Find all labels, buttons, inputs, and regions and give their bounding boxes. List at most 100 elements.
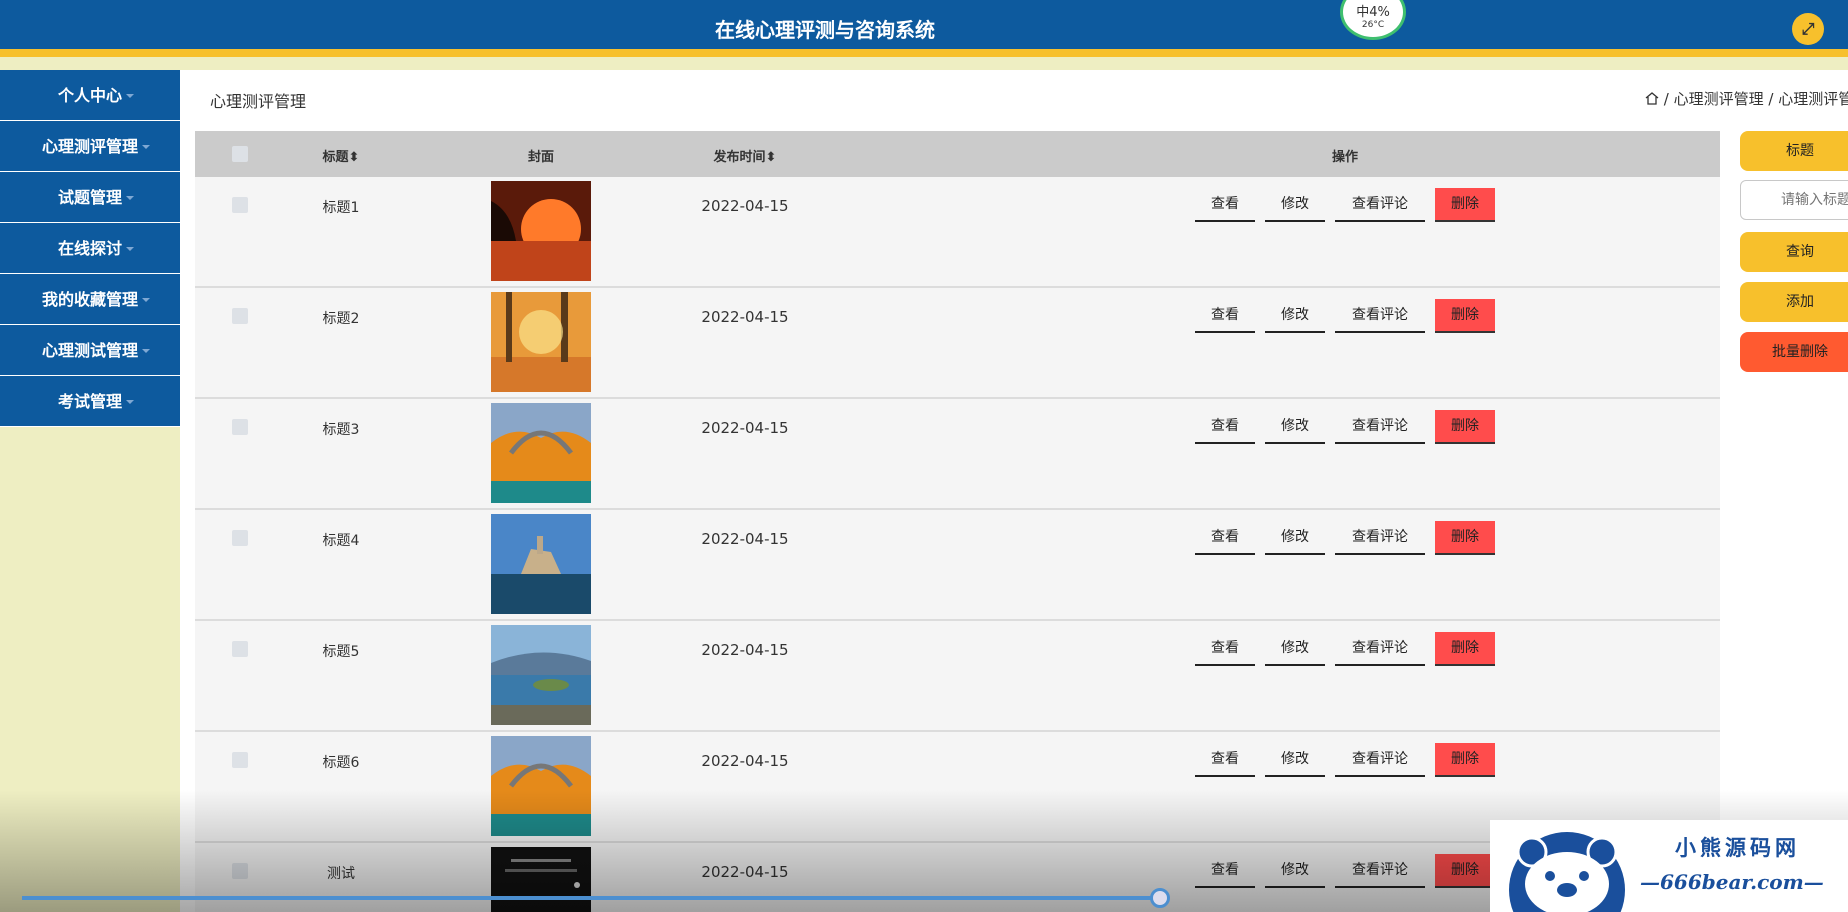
query-button[interactable]: 查询 — [1740, 232, 1848, 272]
view-button[interactable]: 查看 — [1195, 743, 1255, 777]
row-checkbox[interactable] — [232, 197, 248, 213]
delete-button[interactable]: 删除 — [1435, 743, 1495, 777]
row-title: 标题4 — [322, 533, 360, 549]
sunset-lake-image — [491, 181, 591, 281]
sidebar-item-question-management[interactable]: 试题管理 — [0, 172, 180, 223]
view-button[interactable]: 查看 — [1195, 632, 1255, 666]
row-checkbox[interactable] — [232, 419, 248, 435]
weather-temperature: 26°C — [1361, 20, 1385, 30]
add-button[interactable]: 添加 — [1740, 282, 1848, 322]
row-title: 测试 — [327, 866, 355, 882]
sidebar-item-label: 心理测评管理 — [41, 137, 138, 156]
edit-button[interactable]: 修改 — [1265, 188, 1325, 222]
page-title: 心理测评管理 — [210, 92, 307, 111]
edit-button[interactable]: 修改 — [1265, 743, 1325, 777]
delete-button[interactable]: 删除 — [1435, 521, 1495, 555]
view-comments-button[interactable]: 查看评论 — [1335, 299, 1425, 333]
home-icon[interactable] — [1645, 92, 1659, 105]
edit-button[interactable]: 修改 — [1265, 854, 1325, 888]
chevron-down-icon — [126, 94, 134, 98]
title-filter-label: 标题 — [1740, 131, 1848, 171]
table-row: 标题5 2022-04-15 查看 修改 查看评论 删除 — [195, 621, 1720, 732]
sidebar-item-exam-management[interactable]: 考试管理 — [0, 376, 180, 427]
row-checkbox[interactable] — [232, 863, 248, 879]
table-row: 标题2 2022-04-15 查看 修改 查看评论 删除 — [195, 288, 1720, 399]
delete-button[interactable]: 删除 — [1435, 299, 1495, 333]
table-row: 标题4 2022-04-15 查看 修改 查看评论 删除 — [195, 510, 1720, 621]
chevron-down-icon — [126, 196, 134, 200]
sidebar-item-test-management[interactable]: 心理测试管理 — [0, 325, 180, 376]
sidebar-item-favorites-management[interactable]: 我的收藏管理 — [0, 274, 180, 325]
sidebar-item-label: 试题管理 — [57, 188, 122, 207]
view-button[interactable]: 查看 — [1195, 521, 1255, 555]
row-checkbox[interactable] — [232, 308, 248, 324]
breadcrumb-path[interactable]: / 心理测评管理 / 心理测评管理 — [1664, 90, 1848, 108]
view-comments-button[interactable]: 查看评论 — [1335, 743, 1425, 777]
row-publish-time: 2022-04-15 — [701, 197, 789, 215]
sidebar-item-label: 我的收藏管理 — [41, 290, 138, 309]
delete-button[interactable]: 删除 — [1435, 632, 1495, 666]
view-comments-button[interactable]: 查看评论 — [1335, 410, 1425, 444]
header-time[interactable]: 发布时间⬍ — [670, 146, 820, 165]
island-castle-image — [491, 514, 591, 614]
breadcrumb: / 心理测评管理 / 心理测评管理 — [1645, 88, 1848, 109]
sidebar-item-label: 心理测试管理 — [41, 341, 138, 360]
batch-delete-button[interactable]: 批量删除 — [1740, 332, 1848, 372]
sidebar-item-label: 个人中心 — [57, 86, 122, 105]
sidebar-item-personal-center[interactable]: 个人中心 — [0, 70, 180, 121]
edit-button[interactable]: 修改 — [1265, 632, 1325, 666]
view-comments-button[interactable]: 查看评论 — [1335, 521, 1425, 555]
row-title: 标题1 — [322, 200, 360, 216]
sidebar-item-assessment-management[interactable]: 心理测评管理 — [0, 121, 180, 172]
view-button[interactable]: 查看 — [1195, 188, 1255, 222]
title-search-input[interactable] — [1740, 180, 1848, 220]
autumn-forest-image — [491, 292, 591, 392]
edit-button[interactable]: 修改 — [1265, 299, 1325, 333]
view-comments-button[interactable]: 查看评论 — [1335, 632, 1425, 666]
delete-button[interactable]: 删除 — [1435, 410, 1495, 444]
watermark: 小熊源码网 —666bear.com— — [1490, 820, 1848, 912]
table-row: 标题3 2022-04-15 查看 修改 查看评论 删除 — [195, 399, 1720, 510]
fullscreen-button[interactable]: ⤢ — [1792, 13, 1824, 45]
row-title: 标题6 — [322, 755, 360, 771]
table-row: 标题1 2022-04-15 查看 修改 查看评论 删除 — [195, 177, 1720, 288]
video-progress-handle[interactable] — [1150, 888, 1170, 908]
view-comments-button[interactable]: 查看评论 — [1335, 188, 1425, 222]
sidebar: 个人中心 心理测评管理 试题管理 在线探讨 我的收藏管理 心理测试管理 考试管理 — [0, 70, 180, 427]
lake-peninsula-image — [491, 625, 591, 725]
table-header: 标题⬍ 封面 发布时间⬍ 操作 — [195, 131, 1720, 177]
delete-button[interactable]: 删除 — [1435, 188, 1495, 222]
view-button[interactable]: 查看 — [1195, 410, 1255, 444]
sidebar-item-label: 考试管理 — [57, 392, 122, 411]
row-title: 标题2 — [322, 311, 360, 327]
row-publish-time: 2022-04-15 — [701, 308, 789, 326]
bridge-autumn-image — [491, 736, 591, 836]
row-checkbox[interactable] — [232, 530, 248, 546]
select-all-checkbox[interactable] — [232, 146, 248, 162]
header-title[interactable]: 标题⬍ — [305, 146, 377, 165]
chevron-down-icon — [126, 400, 134, 404]
watermark-cn: 小熊源码网 — [1675, 835, 1800, 860]
row-checkbox[interactable] — [232, 752, 248, 768]
bear-logo-icon — [1509, 832, 1625, 912]
view-button[interactable]: 查看 — [1195, 854, 1255, 888]
video-progress-bar[interactable] — [22, 896, 1162, 900]
row-publish-time: 2022-04-15 — [701, 419, 789, 437]
view-button[interactable]: 查看 — [1195, 299, 1255, 333]
bridge-autumn-image — [491, 403, 591, 503]
expand-icon: ⤢ — [1801, 19, 1815, 38]
weather-percent: 中4% — [1356, 5, 1390, 20]
edit-button[interactable]: 修改 — [1265, 410, 1325, 444]
dark-text-image — [491, 847, 591, 912]
row-publish-time: 2022-04-15 — [701, 863, 789, 881]
main-content: 心理测评管理 / 心理测评管理 / 心理测评管理 标题⬍ 封面 发布时间⬍ 操作… — [180, 70, 1848, 912]
watermark-en: —666bear.com— — [1640, 870, 1824, 894]
view-comments-button[interactable]: 查看评论 — [1335, 854, 1425, 888]
top-header: 在线心理评测与咨询系统 中4% 26°C ⤢ — [0, 0, 1848, 57]
row-title: 标题3 — [322, 422, 360, 438]
edit-button[interactable]: 修改 — [1265, 521, 1325, 555]
delete-button[interactable]: 删除 — [1435, 854, 1495, 888]
row-checkbox[interactable] — [232, 641, 248, 657]
sidebar-item-online-discussion[interactable]: 在线探讨 — [0, 223, 180, 274]
sidebar-item-label: 在线探讨 — [57, 239, 122, 258]
